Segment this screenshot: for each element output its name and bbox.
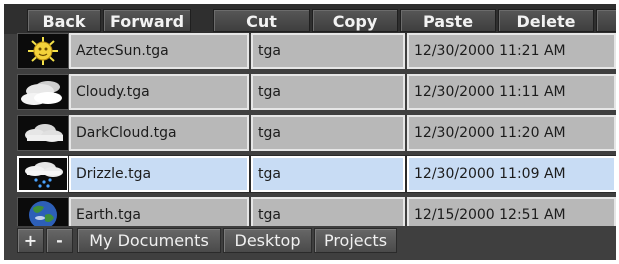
file-modified: 12/30/2000 11:21 AM <box>407 33 616 69</box>
file-name: DarkCloud.tga <box>69 115 249 151</box>
location-desktop[interactable]: Desktop <box>223 228 312 253</box>
location-projects[interactable]: Projects <box>314 228 397 253</box>
file-type: tga <box>251 74 405 110</box>
file-modified: 12/30/2000 11:20 AM <box>407 115 616 151</box>
toolbar-edge <box>596 9 616 32</box>
file-row[interactable]: DarkCloud.tga tga 12/30/2000 11:20 AM <box>4 114 616 152</box>
drizzle-icon <box>17 156 69 192</box>
copy-button[interactable]: Copy <box>312 9 398 32</box>
paste-button[interactable]: Paste <box>400 9 496 32</box>
cut-button[interactable]: Cut <box>213 9 310 32</box>
file-type: tga <box>251 33 405 69</box>
back-button[interactable]: Back <box>27 9 101 32</box>
sun-icon <box>17 33 69 69</box>
add-location-button[interactable]: + <box>17 228 44 253</box>
forward-button[interactable]: Forward <box>103 9 191 32</box>
file-row[interactable]: Cloudy.tga tga 12/30/2000 11:11 AM <box>4 73 616 111</box>
remove-location-button[interactable]: - <box>46 228 73 253</box>
file-modified: 12/30/2000 11:09 AM <box>406 155 616 193</box>
file-row[interactable]: AztecSun.tga tga 12/30/2000 11:21 AM <box>4 32 616 70</box>
file-name: Cloudy.tga <box>69 74 249 110</box>
delete-button[interactable]: Delete <box>498 9 594 32</box>
file-name: AztecSun.tga <box>69 33 249 69</box>
file-browser-window: Back Forward Cut Copy Paste Delete Aztec… <box>4 4 616 260</box>
file-name: Drizzle.tga <box>68 155 250 193</box>
location-bar: + - My Documents Desktop Projects <box>4 226 616 260</box>
file-type: tga <box>250 155 406 193</box>
file-type: tga <box>251 115 405 151</box>
dark-cloud-icon <box>17 115 69 151</box>
toolbar: Back Forward Cut Copy Paste Delete <box>4 4 616 34</box>
cloudy-icon <box>17 74 69 110</box>
location-my-documents[interactable]: My Documents <box>77 228 221 253</box>
file-row-selected[interactable]: Drizzle.tga tga 12/30/2000 11:09 AM <box>4 155 616 193</box>
file-modified: 12/30/2000 11:11 AM <box>407 74 616 110</box>
